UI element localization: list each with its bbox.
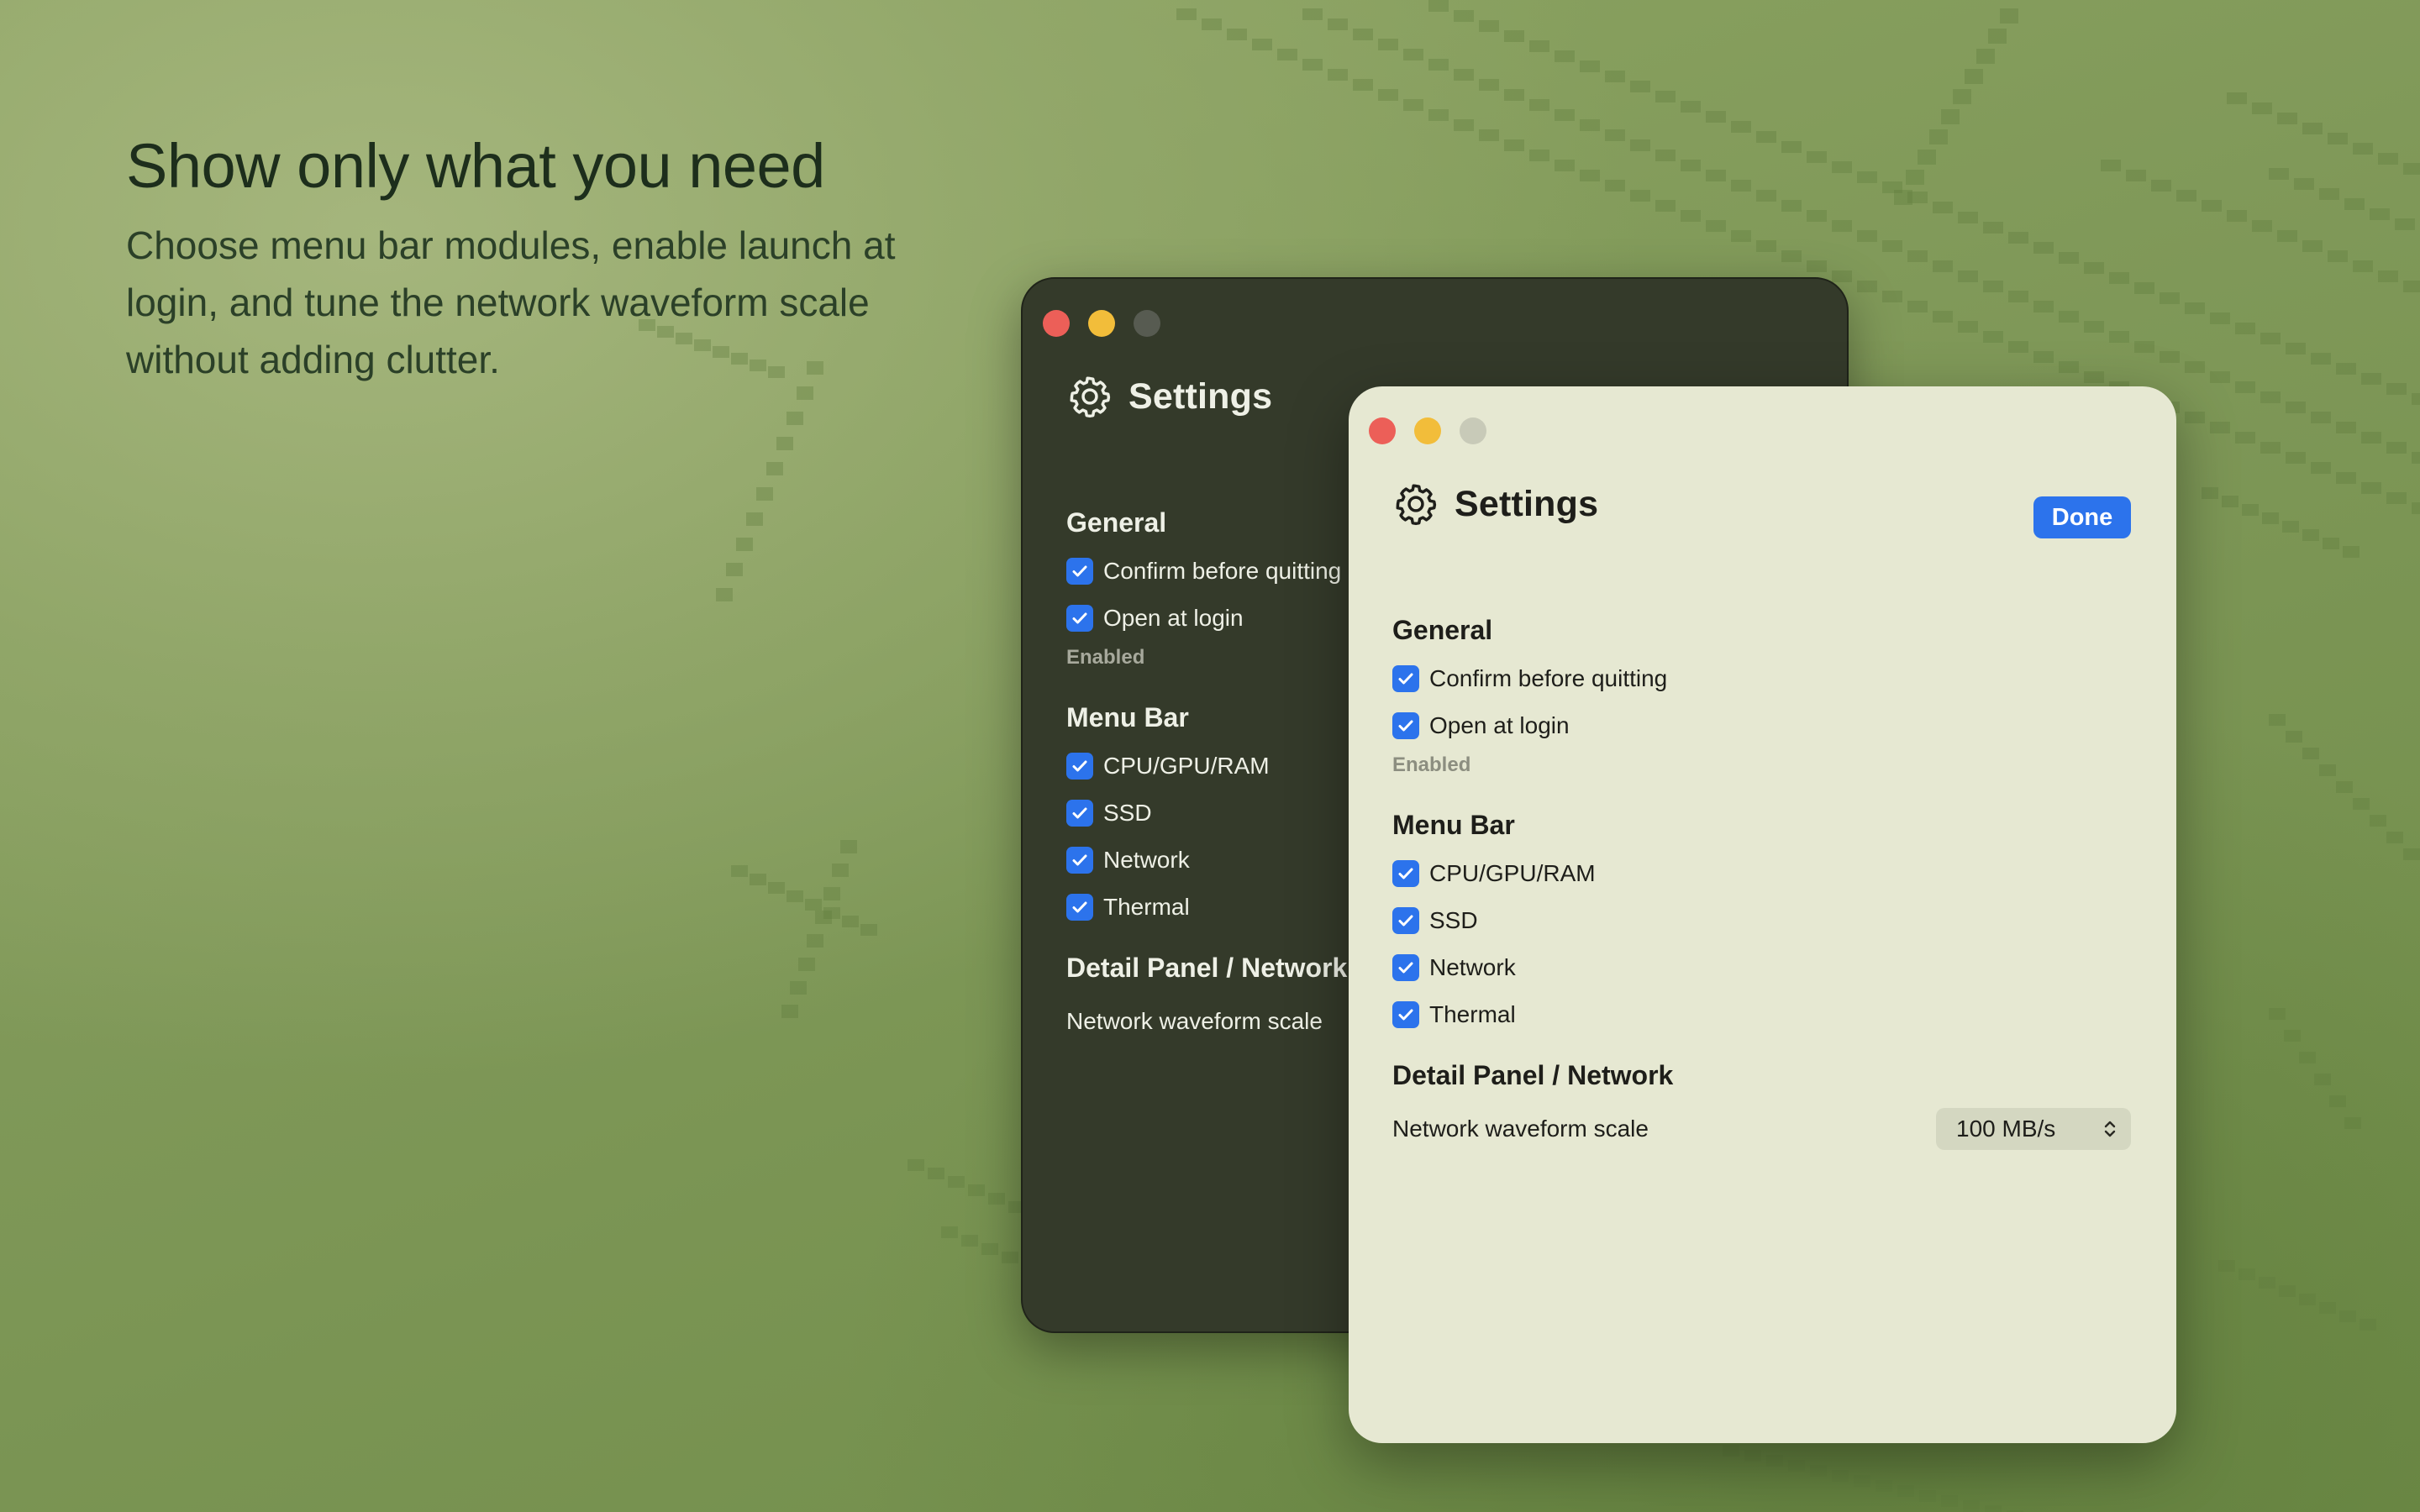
gear-icon — [1070, 376, 1111, 418]
marketing-headline: Show only what you need Choose menu bar … — [126, 126, 924, 388]
cpu-checkbox[interactable] — [1392, 860, 1419, 887]
checkmark-icon — [1072, 807, 1087, 819]
open-login-checkbox[interactable] — [1066, 605, 1093, 632]
ssd-checkbox[interactable] — [1392, 907, 1419, 934]
checkmark-icon — [1398, 868, 1413, 879]
login-status-text: Enabled — [1392, 753, 1471, 776]
waveform-scale-select[interactable]: 100 MB/s — [1936, 1108, 2131, 1150]
checkmark-icon — [1072, 612, 1087, 624]
close-button[interactable] — [1043, 310, 1070, 337]
confirm-quit-option[interactable]: Confirm before quitting — [1392, 655, 2131, 702]
headline-description: Choose menu bar modules, enable launch a… — [126, 217, 924, 388]
section-detail-panel-title: Detail Panel / Network — [1392, 1060, 1674, 1090]
menu-bar-item-network[interactable]: Network — [1392, 944, 2131, 991]
network-label: Network — [1429, 954, 1516, 980]
zoom-button[interactable] — [1460, 417, 1486, 444]
menu-bar-item-ssd[interactable]: SSD — [1392, 897, 2131, 944]
confirm-quit-checkbox[interactable] — [1392, 665, 1419, 692]
checkmark-icon — [1398, 915, 1413, 927]
menu-bar-item-thermal[interactable]: Thermal — [1392, 991, 2131, 1038]
thermal-checkbox[interactable] — [1392, 1001, 1419, 1028]
window-title: Settings — [1455, 483, 1599, 524]
ssd-checkbox[interactable] — [1066, 800, 1093, 827]
cpu-label: CPU/GPU/RAM — [1429, 860, 1596, 886]
checkmark-icon — [1398, 673, 1413, 685]
waveform-scale-label: Network waveform scale — [1392, 1116, 1649, 1142]
thermal-label: Thermal — [1103, 894, 1190, 920]
section-general-title: General — [1392, 615, 1493, 645]
menu-bar-item-cpu[interactable]: CPU/GPU/RAM — [1392, 850, 2131, 897]
window-title: Settings — [1128, 375, 1273, 417]
network-checkbox[interactable] — [1066, 847, 1093, 874]
window-controls — [1043, 310, 1160, 337]
thermal-label: Thermal — [1429, 1001, 1516, 1027]
done-button[interactable]: Done — [2033, 496, 2131, 538]
checkmark-icon — [1072, 854, 1087, 866]
checkmark-icon — [1072, 565, 1087, 577]
headline-line: login, and tune the network waveform sca… — [126, 281, 870, 324]
checkmark-icon — [1072, 760, 1087, 772]
confirm-quit-label: Confirm before quitting — [1429, 665, 1668, 691]
minimize-button[interactable] — [1088, 310, 1115, 337]
open-login-label: Open at login — [1103, 605, 1244, 631]
section-menu-bar-title: Menu Bar — [1392, 810, 1515, 840]
waveform-scale-label: Network waveform scale — [1066, 1008, 1323, 1034]
network-label: Network — [1103, 847, 1190, 873]
gear-icon — [1396, 484, 1437, 526]
open-login-checkbox[interactable] — [1392, 712, 1419, 739]
checkmark-icon — [1398, 962, 1413, 974]
waveform-scale-value: 100 MB/s — [1956, 1116, 2056, 1142]
settings-window-light: Settings Done General Confirm before qui… — [1349, 386, 2176, 1443]
ssd-label: SSD — [1429, 907, 1478, 933]
confirm-quit-label: Confirm before quitting — [1103, 558, 1342, 584]
headline-line: without adding clutter. — [126, 338, 500, 381]
open-login-option[interactable]: Open at login — [1392, 702, 2131, 749]
minimize-button[interactable] — [1414, 417, 1441, 444]
ssd-label: SSD — [1103, 800, 1152, 826]
cpu-checkbox[interactable] — [1066, 753, 1093, 780]
chevron-up-down-icon — [2104, 1121, 2116, 1137]
checkmark-icon — [1072, 901, 1087, 913]
headline-line: Choose menu bar modules, enable launch a… — [126, 223, 896, 267]
cpu-label: CPU/GPU/RAM — [1103, 753, 1270, 779]
close-button[interactable] — [1369, 417, 1396, 444]
open-login-label: Open at login — [1429, 712, 1570, 738]
confirm-quit-checkbox[interactable] — [1066, 558, 1093, 585]
waveform-scale-row: Network waveform scale 100 MB/s — [1392, 1105, 2131, 1152]
headline-title: Show only what you need — [126, 131, 825, 201]
checkmark-icon — [1398, 720, 1413, 732]
window-header: Settings — [1066, 373, 1272, 420]
thermal-checkbox[interactable] — [1066, 894, 1093, 921]
zoom-button[interactable] — [1134, 310, 1160, 337]
checkmark-icon — [1398, 1009, 1413, 1021]
window-controls — [1369, 417, 1486, 444]
settings-content: General Confirm before quitting Open at … — [1392, 605, 2131, 1152]
network-checkbox[interactable] — [1392, 954, 1419, 981]
window-header: Settings — [1392, 480, 1598, 528]
